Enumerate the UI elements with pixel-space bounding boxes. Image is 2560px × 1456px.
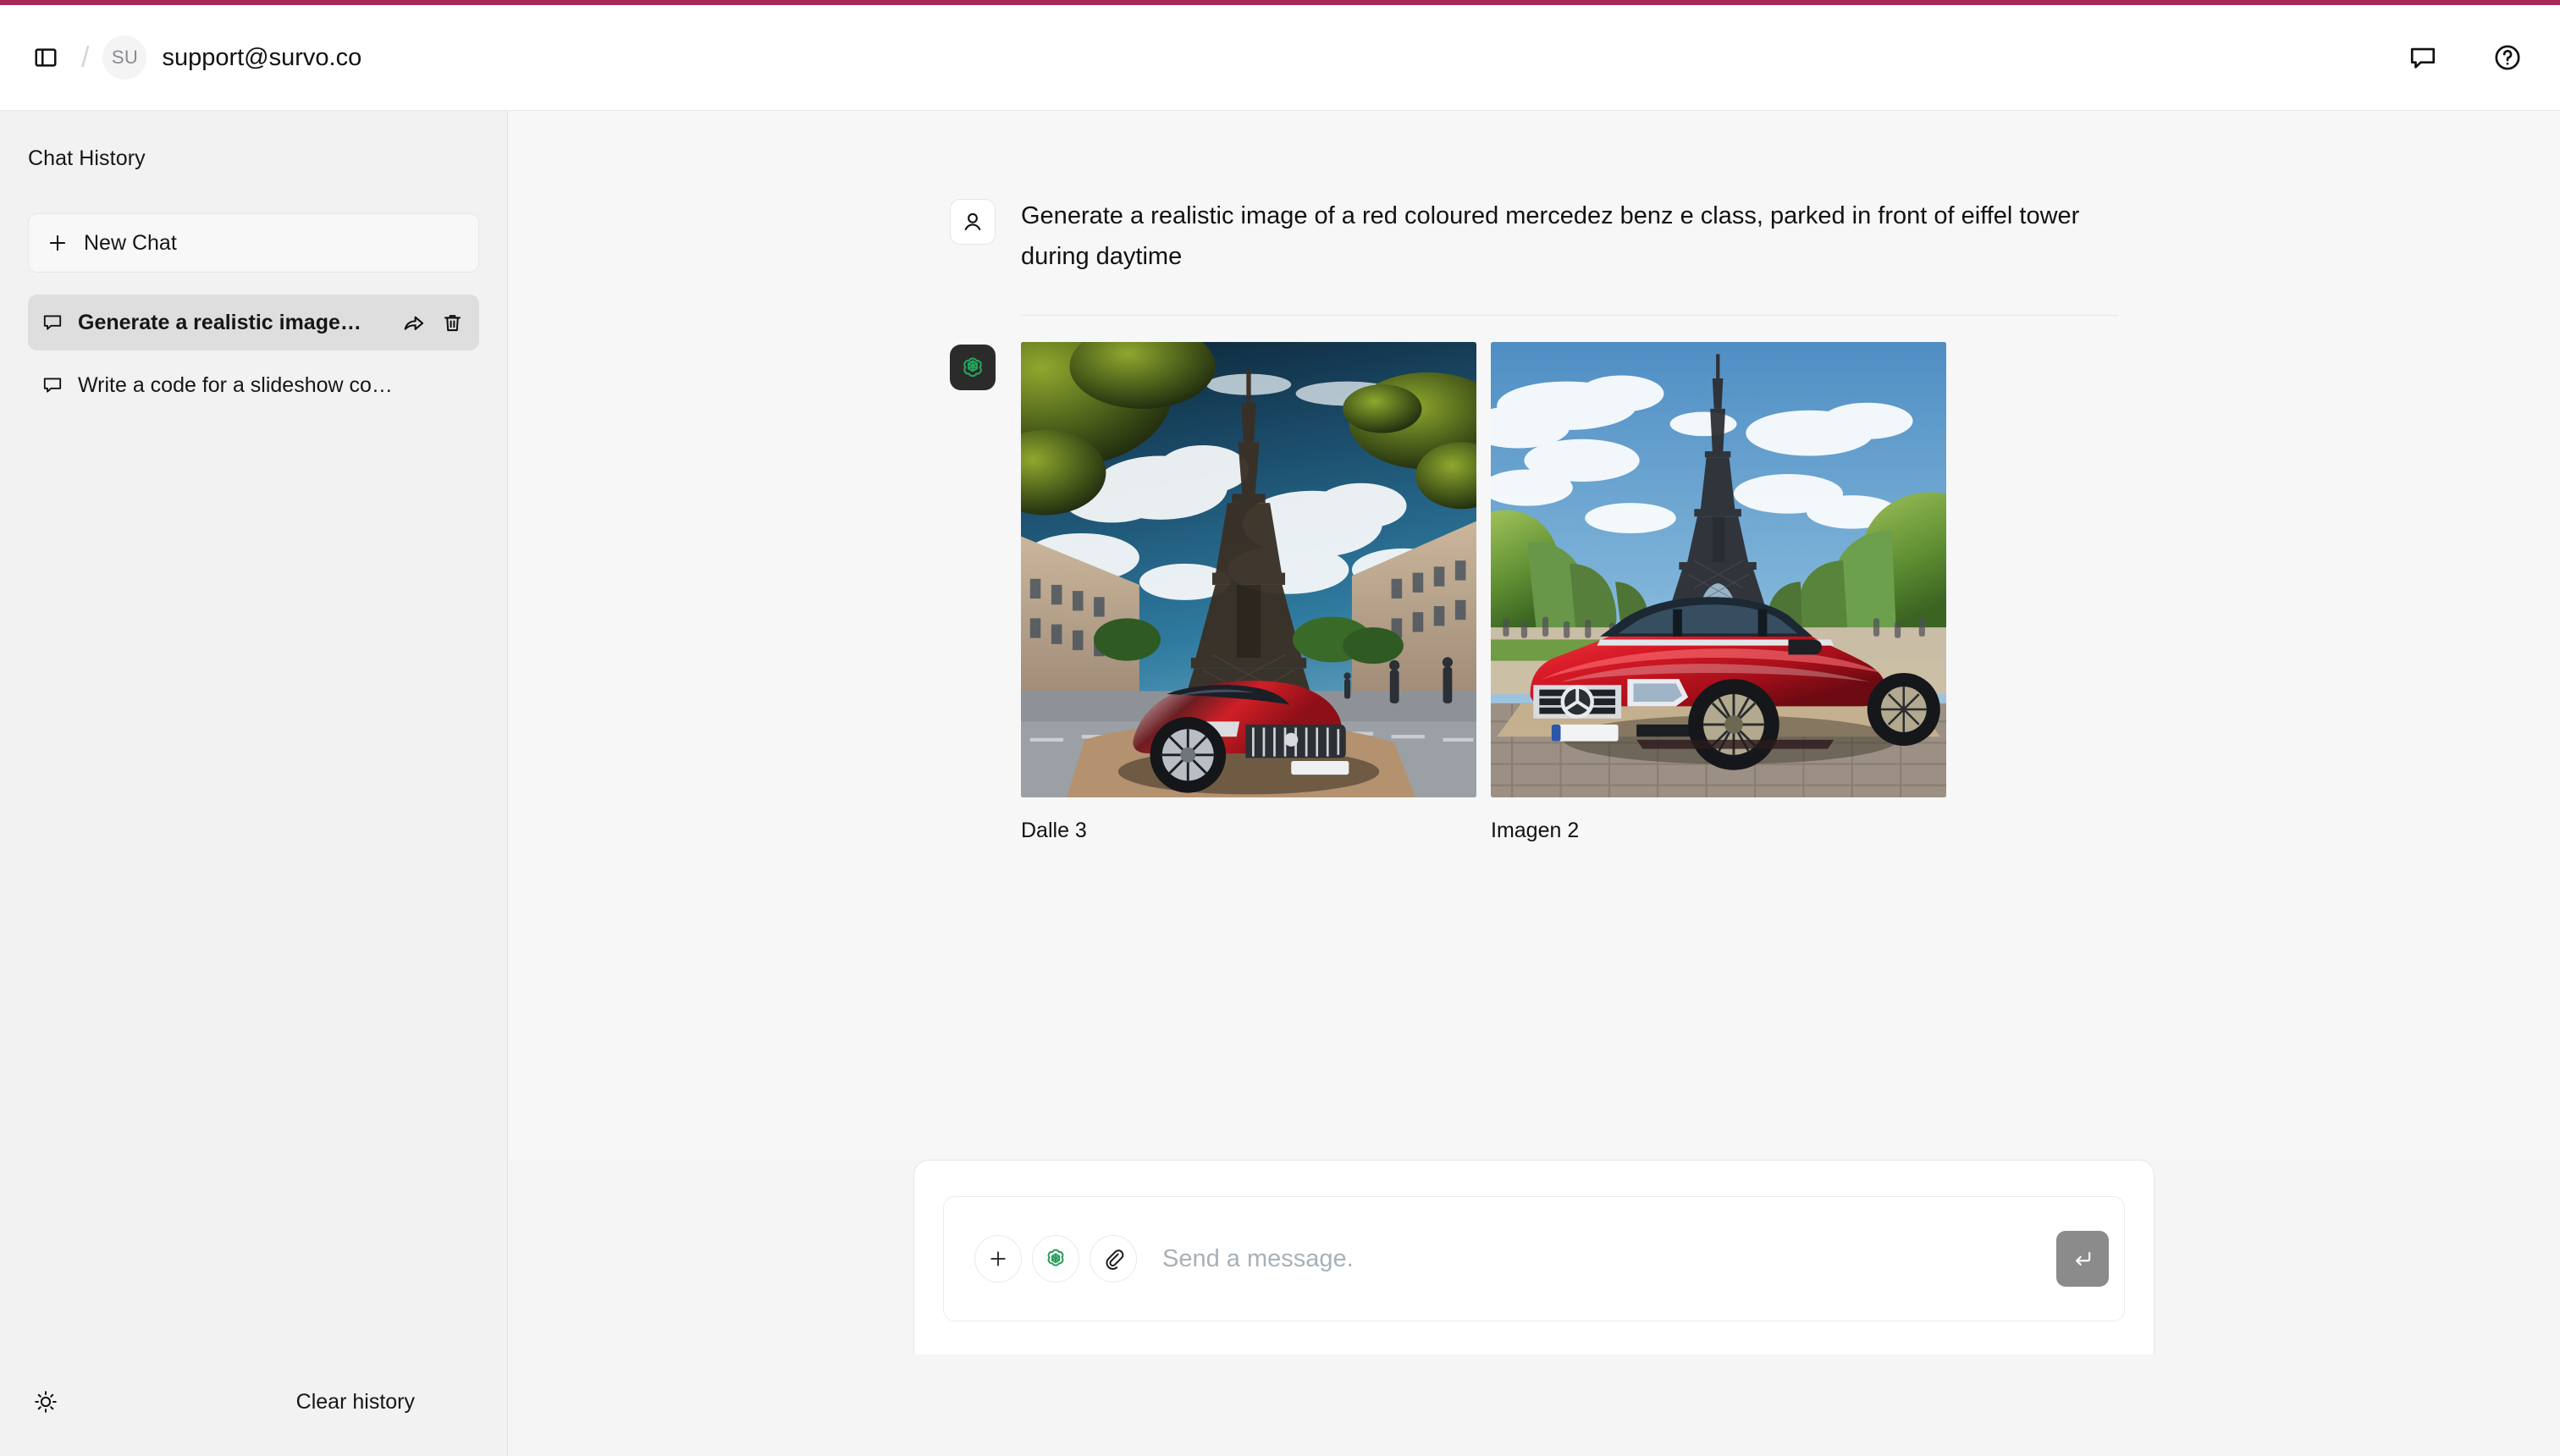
app-root: / SU support@survo.co Chat History New C… bbox=[0, 0, 2560, 1456]
user-message-text: Generate a realistic image of a red colo… bbox=[1021, 202, 2080, 270]
sidebar: Chat History New Chat Generate a realist… bbox=[0, 111, 508, 1456]
generated-image-caption: Imagen 2 bbox=[1491, 819, 1580, 842]
return-arrow-icon bbox=[2075, 1251, 2091, 1266]
add-attachment-button[interactable] bbox=[974, 1235, 1022, 1282]
generated-image-imagen2[interactable] bbox=[1491, 342, 1946, 797]
composer-zone bbox=[508, 1160, 2560, 1456]
assistant-avatar-column bbox=[950, 341, 1021, 843]
help-circle-icon bbox=[2495, 45, 2520, 70]
workspace-name: support@survo.co bbox=[162, 43, 362, 71]
chat-item-actions bbox=[402, 311, 464, 334]
app-header: / SU support@survo.co bbox=[0, 5, 2560, 111]
chat-history-item-active[interactable]: Generate a realistic image… bbox=[28, 295, 479, 350]
chat-history-item-label: Write a code for a slideshow co… bbox=[78, 372, 393, 397]
main-panel: Generate a realistic image of a red colo… bbox=[508, 111, 2560, 1456]
chat-history-item[interactable]: Write a code for a slideshow co… bbox=[28, 357, 479, 413]
message-input[interactable] bbox=[1162, 1244, 2056, 1273]
chat-bubble-icon bbox=[43, 378, 62, 393]
composer-card bbox=[913, 1160, 2154, 1354]
clear-history-button[interactable]: Clear history bbox=[296, 1390, 479, 1415]
assistant-message-content: Dalle 3 Imagen 2 bbox=[1021, 341, 2118, 843]
composer-input-wrapper bbox=[943, 1196, 2125, 1321]
app-body: Chat History New Chat Generate a realist… bbox=[0, 111, 2560, 1456]
generated-image-card: Dalle 3 bbox=[1021, 342, 1476, 843]
header-right-group bbox=[2399, 34, 2531, 81]
chat-history-list: Generate a realistic image… Write a code… bbox=[0, 295, 507, 413]
user-message-content: Generate a realistic image of a red colo… bbox=[1021, 196, 2118, 316]
panel-toggle-icon bbox=[35, 48, 57, 67]
message-divider bbox=[1021, 315, 2118, 316]
chat-history-item-label: Generate a realistic image… bbox=[78, 310, 361, 334]
dalle3-illustration bbox=[1021, 342, 1476, 797]
new-chat-label: New Chat bbox=[84, 230, 177, 255]
help-button[interactable] bbox=[2484, 34, 2531, 81]
openai-logo-icon bbox=[963, 357, 982, 378]
header-left-group: / SU support@survo.co bbox=[22, 34, 361, 81]
generated-image-card: Imagen 2 bbox=[1491, 342, 1946, 843]
model-selector-button[interactable] bbox=[1032, 1235, 1079, 1282]
conversation-thread: Generate a realistic image of a red colo… bbox=[508, 111, 2560, 1160]
avatar bbox=[950, 345, 996, 390]
sun-icon bbox=[35, 1391, 57, 1413]
trash-icon[interactable] bbox=[441, 312, 464, 334]
plus-icon bbox=[990, 1251, 1006, 1266]
workspace-avatar: SU bbox=[102, 36, 147, 80]
theme-toggle-button[interactable] bbox=[22, 1378, 69, 1426]
chat-bubble-icon bbox=[43, 315, 62, 330]
share-arrow-icon[interactable] bbox=[402, 311, 426, 334]
paperclip-icon bbox=[1106, 1249, 1124, 1270]
chat-bubble-icon bbox=[2410, 47, 2436, 69]
plus-icon bbox=[49, 234, 66, 251]
generated-image-caption: Dalle 3 bbox=[1021, 819, 1087, 842]
sidebar-title: Chat History bbox=[28, 146, 146, 170]
person-icon bbox=[964, 212, 981, 230]
avatar bbox=[950, 199, 996, 245]
breadcrumb-separator: / bbox=[81, 41, 90, 74]
user-message: Generate a realistic image of a red colo… bbox=[950, 111, 2118, 316]
generated-image-row: Dalle 3 Imagen 2 bbox=[1021, 341, 2118, 843]
attach-file-button[interactable] bbox=[1090, 1235, 1137, 1282]
feedback-button[interactable] bbox=[2399, 34, 2447, 81]
sidebar-footer: Clear history bbox=[0, 1363, 507, 1456]
assistant-message: Dalle 3 Imagen 2 bbox=[950, 316, 2118, 843]
user-avatar-column bbox=[950, 196, 1021, 316]
generated-image-dalle3[interactable] bbox=[1021, 342, 1476, 797]
imagen2-illustration bbox=[1491, 342, 1946, 797]
sidebar-toggle-button[interactable] bbox=[22, 34, 69, 81]
openai-logo-icon bbox=[1047, 1249, 1064, 1266]
new-chat-button[interactable]: New Chat bbox=[28, 213, 479, 273]
composer-tools bbox=[974, 1235, 1137, 1282]
send-button[interactable] bbox=[2056, 1231, 2109, 1287]
